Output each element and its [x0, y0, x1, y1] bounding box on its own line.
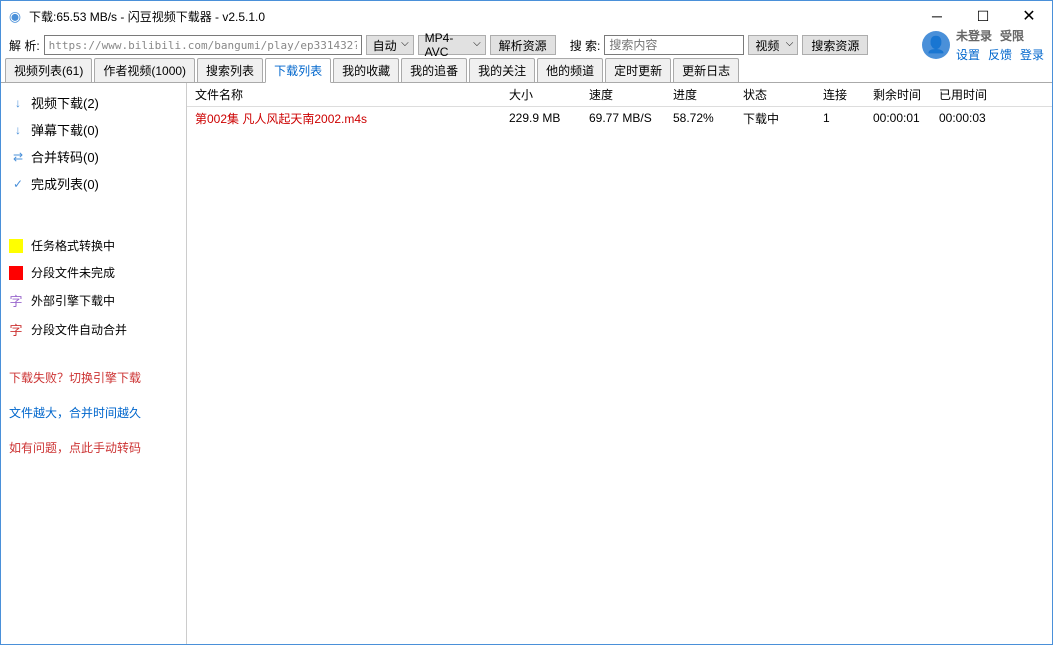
legend-automerge: 字 分段文件自动合并	[5, 320, 182, 339]
avatar-icon[interactable]: 👤	[922, 31, 950, 59]
search-type-dropdown[interactable]: 视频	[748, 35, 798, 55]
user-area: 👤 未登录 受限 设置 反馈 登录	[922, 27, 1044, 63]
tab-changelog[interactable]: 更新日志	[673, 58, 739, 82]
download-icon: ↓	[11, 123, 25, 137]
char-icon: 字	[9, 320, 23, 339]
check-icon: ✓	[11, 177, 25, 191]
table-header: 文件名称 大小 速度 进度 状态 连接 剩余时间 已用时间	[187, 83, 1052, 107]
sidebar-item-label: 完成列表(0)	[31, 174, 99, 193]
tab-video-list[interactable]: 视频列表(61)	[5, 58, 92, 82]
toolbar: 解 析: 自动 MP4-AVC 解析资源 搜 索: 视频 搜索资源 👤 未登录 …	[1, 31, 1052, 59]
tab-following[interactable]: 我的关注	[469, 58, 535, 82]
col-progress[interactable]: 进度	[673, 86, 743, 103]
tab-search-list[interactable]: 搜索列表	[197, 58, 263, 82]
col-remain[interactable]: 剩余时间	[873, 86, 939, 103]
search-input[interactable]	[604, 35, 744, 55]
download-icon: ↓	[11, 96, 25, 110]
tabs: 视频列表(61) 作者视频(1000) 搜索列表 下载列表 我的收藏 我的追番 …	[1, 59, 1052, 83]
search-button[interactable]: 搜索资源	[802, 35, 868, 55]
help-merge-time: 文件越大，合并时间越久	[9, 404, 182, 421]
cell-used: 00:00:03	[939, 111, 1005, 125]
sidebar-merge-transcode[interactable]: ⇄ 合并转码(0)	[5, 143, 182, 170]
col-filename[interactable]: 文件名称	[187, 86, 509, 103]
tab-author-video[interactable]: 作者视频(1000)	[94, 58, 195, 82]
col-size[interactable]: 大小	[509, 86, 589, 103]
cell-remain: 00:00:01	[873, 111, 939, 125]
legend-external: 字 外部引擎下载中	[5, 291, 182, 310]
url-input[interactable]	[44, 35, 362, 55]
mode-dropdown[interactable]: 自动	[366, 35, 414, 55]
tab-download-list[interactable]: 下载列表	[265, 58, 331, 83]
tab-scheduled[interactable]: 定时更新	[605, 58, 671, 82]
char-icon: 字	[9, 291, 23, 310]
tab-bangumi[interactable]: 我的追番	[401, 58, 467, 82]
tab-favorites[interactable]: 我的收藏	[333, 58, 399, 82]
parse-label: 解 析:	[9, 37, 40, 54]
col-conn[interactable]: 连接	[823, 86, 873, 103]
main-panel: 文件名称 大小 速度 进度 状态 连接 剩余时间 已用时间 第002集 凡人风起…	[187, 83, 1052, 644]
app-icon: ◉	[7, 8, 23, 24]
limit-status: 受限	[1000, 27, 1024, 44]
cell-conn: 1	[823, 111, 873, 125]
login-status: 未登录	[956, 27, 992, 44]
parse-button[interactable]: 解析资源	[490, 35, 556, 55]
cell-filename: 第002集 凡人风起天南2002.m4s	[187, 110, 509, 127]
sidebar-item-label: 弹幕下载(0)	[31, 120, 99, 139]
login-link[interactable]: 登录	[1020, 46, 1044, 63]
cell-progress: 58.72%	[673, 111, 743, 125]
format-dropdown[interactable]: MP4-AVC	[418, 35, 486, 55]
table-row[interactable]: 第002集 凡人风起天南2002.m4s 229.9 MB 69.77 MB/S…	[187, 107, 1052, 129]
sidebar-item-label: 视频下载(2)	[31, 93, 99, 112]
col-speed[interactable]: 速度	[589, 86, 673, 103]
window-title: 下载:65.53 MB/s - 闪豆视频下载器 - v2.5.1.0	[29, 8, 914, 25]
feedback-link[interactable]: 反馈	[988, 46, 1012, 63]
cell-status: 下载中	[743, 110, 823, 127]
search-label: 搜 索:	[570, 37, 601, 54]
sidebar-item-label: 合并转码(0)	[31, 147, 99, 166]
tab-channel[interactable]: 他的频道	[537, 58, 603, 82]
col-status[interactable]: 状态	[743, 86, 823, 103]
help-manual-transcode[interactable]: 如有问题，点此手动转码	[9, 439, 182, 456]
sidebar: ↓ 视频下载(2) ↓ 弹幕下载(0) ⇄ 合并转码(0) ✓ 完成列表(0) …	[1, 83, 187, 644]
sidebar-video-download[interactable]: ↓ 视频下载(2)	[5, 89, 182, 116]
transcode-icon: ⇄	[11, 150, 25, 164]
legend-incomplete: 分段文件未完成	[5, 264, 182, 281]
legend-converting: 任务格式转换中	[5, 237, 182, 254]
col-used[interactable]: 已用时间	[939, 86, 1005, 103]
settings-link[interactable]: 设置	[956, 46, 980, 63]
yellow-box-icon	[9, 239, 23, 253]
cell-speed: 69.77 MB/S	[589, 111, 673, 125]
titlebar: ◉ 下载:65.53 MB/s - 闪豆视频下载器 - v2.5.1.0 ─ ☐…	[1, 1, 1052, 31]
cell-size: 229.9 MB	[509, 111, 589, 125]
help-switch-engine[interactable]: 下载失败？切换引擎下载	[9, 369, 182, 386]
sidebar-danmu-download[interactable]: ↓ 弹幕下载(0)	[5, 116, 182, 143]
sidebar-completed[interactable]: ✓ 完成列表(0)	[5, 170, 182, 197]
legend: 任务格式转换中 分段文件未完成 字 外部引擎下载中 字 分段文件自动合并	[5, 237, 182, 339]
help-links: 下载失败？切换引擎下载 文件越大，合并时间越久 如有问题，点此手动转码	[5, 369, 182, 456]
red-box-icon	[9, 266, 23, 280]
